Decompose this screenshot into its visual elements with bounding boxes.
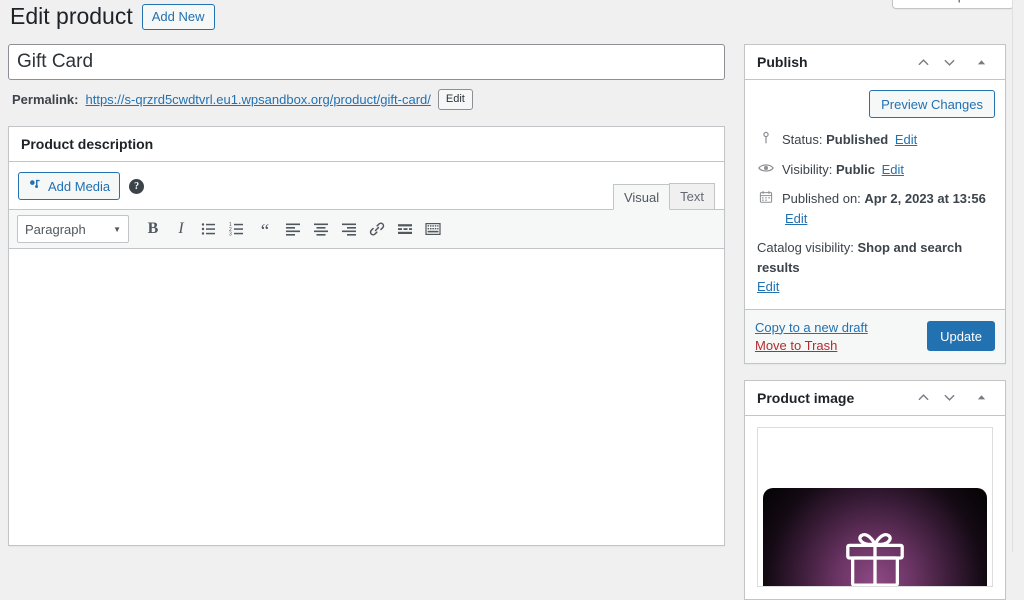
catalog-visibility-label: Catalog visibility:	[757, 240, 854, 255]
chevron-down-icon: ▼	[113, 224, 121, 234]
calendar-icon	[757, 190, 775, 204]
svg-text:3: 3	[229, 232, 232, 237]
align-right-icon[interactable]	[335, 215, 363, 243]
media-icon	[28, 178, 42, 194]
tab-visual[interactable]: Visual	[612, 184, 671, 210]
add-media-button[interactable]: Add Media	[18, 172, 121, 200]
editor-wrap: Add Media ? Visual Text Paragraph ▼ B I	[9, 162, 724, 545]
editor-content-area[interactable]	[9, 249, 724, 545]
bulleted-list-icon[interactable]	[195, 215, 223, 243]
side-column: Publish Preview Changes Status: Publishe…	[744, 44, 1006, 600]
move-down-icon[interactable]	[937, 386, 961, 410]
insert-link-icon[interactable]	[363, 215, 391, 243]
status-value: Published	[826, 132, 889, 147]
blockquote-icon[interactable]: “	[251, 215, 279, 243]
numbered-list-icon[interactable]: 1 2 3	[223, 215, 251, 243]
catalog-visibility-edit-link[interactable]: Edit	[757, 279, 779, 294]
paragraph-format-select[interactable]: Paragraph ▼	[17, 215, 129, 243]
visibility-row: Visibility: Public Edit	[757, 155, 993, 185]
visibility-text: Visibility: Public Edit	[782, 160, 904, 180]
copy-to-new-draft-link[interactable]: Copy to a new draft	[755, 320, 868, 335]
publish-action-links: Copy to a new draft Move to Trash	[755, 320, 868, 353]
status-row: Status: Published Edit	[757, 125, 993, 155]
product-description-panel: Product description Add Media ? Visual T…	[8, 126, 725, 546]
gift-card-image[interactable]	[763, 487, 987, 586]
editor-tabs: Visual Text	[612, 183, 715, 210]
product-description-header: Product description	[9, 127, 724, 162]
add-media-label: Add Media	[48, 178, 111, 194]
product-image-thumbnail-frame[interactable]	[757, 426, 993, 587]
collapse-panel-icon[interactable]	[969, 386, 993, 410]
paragraph-format-value: Paragraph	[25, 221, 86, 237]
product-title-input[interactable]	[8, 44, 725, 80]
collapse-panel-icon[interactable]	[969, 50, 993, 74]
permalink-edit-button[interactable]: Edit	[437, 89, 473, 110]
visibility-value: Public	[835, 161, 875, 177]
permalink-link[interactable]: https://s-qrzrd5cwdtvrl.eu1.wpsandbox.or…	[85, 92, 430, 107]
publish-panel-body: Preview Changes Status: Published Edit V…	[745, 80, 1005, 363]
move-up-icon[interactable]	[911, 50, 935, 74]
italic-icon[interactable]: I	[167, 215, 195, 243]
chevron-down-icon: ▾	[998, 0, 1003, 1]
product-description-title: Product description	[21, 136, 154, 152]
visibility-label: Visibility:	[782, 161, 833, 177]
add-new-button[interactable]: Add New	[141, 3, 215, 30]
update-button[interactable]: Update	[927, 321, 995, 351]
gift-box-icon	[836, 523, 914, 586]
product-image-body	[745, 416, 1005, 599]
catalog-visibility-row: Catalog visibility: Shop and search resu…	[757, 233, 993, 299]
publish-misc-actions: Status: Published Edit Visibility: Publi…	[745, 118, 1005, 309]
published-on-row: Published on: Apr 2, 2023 at 13:56 Edit	[757, 184, 993, 233]
permalink-row: Permalink: https://s-qrzrd5cwdtvrl.eu1.w…	[8, 89, 725, 110]
product-image-title: Product image	[757, 389, 855, 406]
published-on-edit-link[interactable]: Edit	[785, 211, 807, 226]
published-on-text: Published on: Apr 2, 2023 at 13:56 Edit	[782, 189, 993, 228]
status-edit-link[interactable]: Edit	[895, 132, 917, 147]
editor-media-left: Add Media ?	[18, 172, 145, 209]
product-image-panel: Product image	[744, 379, 1006, 600]
editor-media-row: Add Media ? Visual Text	[9, 162, 724, 210]
published-on-value: Apr 2, 2023 at 13:56	[864, 191, 986, 206]
product-image-actions	[911, 386, 993, 410]
toolbar-toggle-icon[interactable]	[419, 215, 447, 243]
product-image-header: Product image	[745, 381, 1005, 416]
publish-actions-row: Copy to a new draft Move to Trash Update	[745, 308, 1005, 363]
move-up-icon[interactable]	[911, 386, 935, 410]
visibility-eye-icon	[757, 161, 775, 175]
preview-changes-button[interactable]: Preview Changes	[869, 90, 995, 118]
main-column: Permalink: https://s-qrzrd5cwdtvrl.eu1.w…	[8, 44, 725, 546]
page-heading-row: Edit product Add New	[10, 2, 215, 32]
page-scrollbar[interactable]	[1012, 0, 1024, 552]
align-left-icon[interactable]	[279, 215, 307, 243]
permalink-label: Permalink:	[12, 92, 79, 107]
publish-preview-row: Preview Changes	[745, 80, 1005, 118]
page-title: Edit product	[10, 3, 133, 29]
align-center-icon[interactable]	[307, 215, 335, 243]
help-icon[interactable]: ?	[129, 178, 145, 194]
bold-icon[interactable]: B	[139, 215, 167, 243]
status-text: Status: Published Edit	[782, 130, 917, 150]
screen-options-button[interactable]: Screen Options ▾	[891, 0, 1014, 9]
screen-options-label: Screen Options	[903, 0, 993, 3]
move-to-trash-link[interactable]: Move to Trash	[755, 338, 868, 353]
publish-panel-title: Publish	[757, 54, 808, 70]
read-more-icon[interactable]	[391, 215, 419, 243]
move-down-icon[interactable]	[937, 50, 961, 74]
visibility-edit-link[interactable]: Edit	[882, 162, 904, 177]
editor-toolbar: Paragraph ▼ B I 1 2 3 “	[9, 210, 724, 249]
post-status-icon	[757, 131, 775, 145]
tab-text[interactable]: Text	[669, 183, 715, 209]
publish-panel: Publish Preview Changes Status: Publishe…	[744, 44, 1006, 364]
published-on-label: Published on:	[782, 191, 861, 206]
publish-panel-actions	[911, 50, 993, 74]
publish-panel-header: Publish	[745, 45, 1005, 80]
status-label: Status:	[782, 132, 823, 147]
